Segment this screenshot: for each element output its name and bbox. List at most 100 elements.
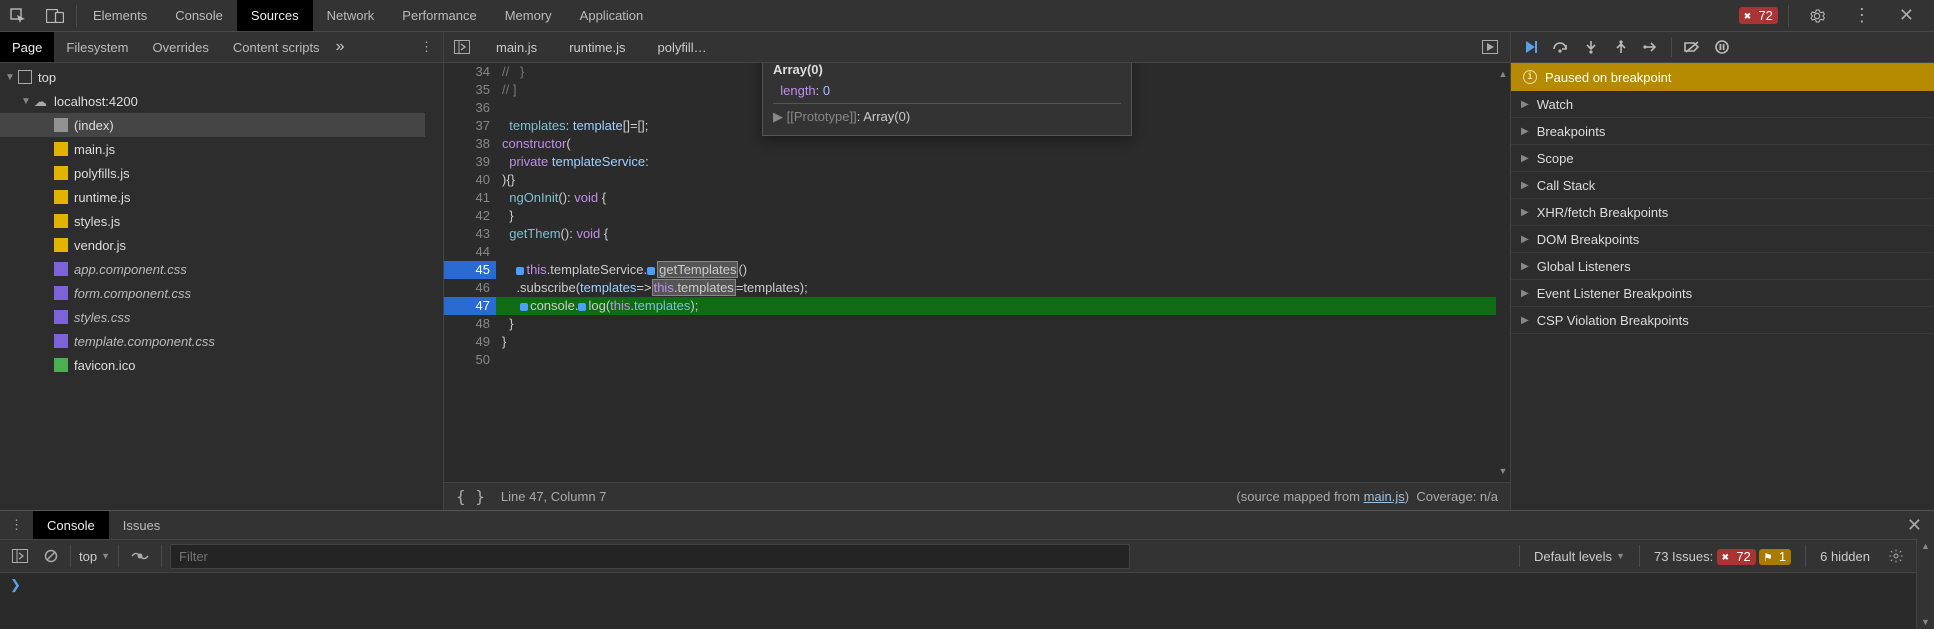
breakpoint-gutter[interactable] [444, 297, 462, 315]
step-into-icon[interactable] [1577, 35, 1605, 59]
navigator-tab-overrides[interactable]: Overrides [141, 32, 221, 62]
drawer-menu-icon[interactable]: ⋮ [0, 517, 33, 533]
pause-on-exceptions-icon[interactable] [1708, 35, 1736, 59]
code-line[interactable]: constructor( [496, 135, 1496, 153]
editor-tab[interactable]: runtime.js [553, 32, 641, 62]
tree-node[interactable]: form.component.css [0, 281, 425, 305]
breakpoint-gutter[interactable] [444, 261, 462, 279]
breakpoint-gutter[interactable] [444, 81, 462, 99]
debugger-section-breakpoints[interactable]: ▶Breakpoints [1511, 118, 1934, 145]
hidden-messages[interactable]: 6 hidden [1820, 549, 1870, 564]
navigator-tab-filesystem[interactable]: Filesystem [54, 32, 140, 62]
breakpoint-gutter[interactable] [444, 63, 462, 81]
editor-tab[interactable]: main.js [480, 32, 553, 62]
scroll-up-icon[interactable]: ▲ [1499, 65, 1508, 83]
error-count-badge[interactable]: ✖ 72 [1739, 7, 1778, 24]
line-number[interactable]: 41 [462, 189, 490, 207]
line-number[interactable]: 34 [462, 63, 490, 81]
expand-icon[interactable]: ▼ [4, 72, 16, 83]
navigator-tab-page[interactable]: Page [0, 32, 54, 62]
line-number[interactable]: 49 [462, 333, 490, 351]
code-editor[interactable]: 3435363738394041424344454647484950 Array… [444, 63, 1510, 482]
more-tabs-icon[interactable]: » [336, 38, 345, 56]
line-number[interactable]: 39 [462, 153, 490, 171]
more-menu-icon[interactable]: ⋮ [1843, 5, 1881, 26]
inspect-element-icon[interactable] [0, 0, 36, 31]
scroll-down-icon[interactable]: ▼ [1499, 462, 1508, 480]
tree-node[interactable]: ▼top [0, 65, 425, 89]
debugger-section-xhr-fetch-breakpoints[interactable]: ▶XHR/fetch Breakpoints [1511, 199, 1934, 226]
clear-console-icon[interactable] [40, 549, 62, 563]
value-hover-popup[interactable]: Array(0) length: 0 ▶ [[Prototype]]: Arra… [762, 63, 1132, 136]
console-sidebar-toggle-icon[interactable] [8, 549, 32, 563]
resume-script-icon[interactable] [1517, 35, 1545, 59]
line-number[interactable]: 45 [462, 261, 496, 279]
breakpoint-gutter[interactable] [444, 153, 462, 171]
line-number[interactable]: 36 [462, 99, 490, 117]
issues-summary[interactable]: 73 Issues: ✖ 72 ⚑ 1 [1654, 549, 1791, 564]
line-number[interactable]: 43 [462, 225, 490, 243]
breakpoint-gutter[interactable] [444, 243, 462, 261]
debugger-section-dom-breakpoints[interactable]: ▶DOM Breakpoints [1511, 226, 1934, 253]
line-number[interactable]: 44 [462, 243, 490, 261]
step-out-icon[interactable] [1607, 35, 1635, 59]
code-line[interactable]: } [496, 207, 1496, 225]
debugger-section-scope[interactable]: ▶Scope [1511, 145, 1934, 172]
code-line[interactable]: private templateService: [496, 153, 1496, 171]
code-line[interactable]: console.log(this.templates); [496, 297, 1496, 315]
tree-node[interactable]: ▼☁localhost:4200 [0, 89, 425, 113]
breakpoint-gutter[interactable] [444, 207, 462, 225]
debugger-section-call-stack[interactable]: ▶Call Stack [1511, 172, 1934, 199]
code-line[interactable]: } [496, 315, 1496, 333]
tree-node[interactable]: vendor.js [0, 233, 425, 257]
main-tab-network[interactable]: Network [313, 0, 389, 31]
tree-node[interactable]: styles.css [0, 305, 425, 329]
code-line[interactable] [496, 243, 1496, 261]
line-number[interactable]: 48 [462, 315, 490, 333]
breakpoint-gutter[interactable] [444, 117, 462, 135]
debugger-section-watch[interactable]: ▶Watch [1511, 91, 1934, 118]
drawer-tab-console[interactable]: Console [33, 511, 109, 539]
breakpoint-gutter[interactable] [444, 171, 462, 189]
breakpoint-gutter[interactable] [444, 279, 462, 297]
breakpoint-gutter[interactable] [444, 315, 462, 333]
line-number[interactable]: 47 [462, 297, 496, 315]
breakpoint-gutter[interactable] [444, 189, 462, 207]
main-tab-console[interactable]: Console [161, 0, 237, 31]
log-levels-selector[interactable]: Default levels ▼ [1534, 549, 1625, 564]
console-input[interactable]: ❯ [0, 573, 1916, 629]
breakpoint-gutter[interactable] [444, 351, 462, 369]
code-line[interactable]: ){} [496, 171, 1496, 189]
debugger-section-global-listeners[interactable]: ▶Global Listeners [1511, 253, 1934, 280]
line-number[interactable]: 37 [462, 117, 490, 135]
pretty-print-icon[interactable]: { } [456, 487, 485, 506]
line-number[interactable]: 42 [462, 207, 490, 225]
main-tab-application[interactable]: Application [566, 0, 658, 31]
main-tab-performance[interactable]: Performance [388, 0, 490, 31]
device-toolbar-icon[interactable] [36, 0, 74, 31]
deactivate-breakpoints-icon[interactable] [1678, 35, 1706, 59]
editor-tab[interactable]: polyfill… [642, 32, 723, 62]
breakpoint-gutter[interactable] [444, 135, 462, 153]
code-line[interactable]: ngOnInit(): void { [496, 189, 1496, 207]
step-over-icon[interactable] [1547, 35, 1575, 59]
execution-context-selector[interactable]: top▼ [79, 549, 110, 564]
line-number[interactable]: 40 [462, 171, 490, 189]
step-icon[interactable] [1637, 35, 1665, 59]
editor-nav-icon[interactable] [444, 40, 480, 54]
breakpoint-gutter[interactable] [444, 333, 462, 351]
main-tab-elements[interactable]: Elements [79, 0, 161, 31]
tree-node[interactable]: polyfills.js [0, 161, 425, 185]
navigator-tab-content-scripts[interactable]: Content scripts [221, 32, 332, 62]
settings-gear-icon[interactable] [1799, 8, 1835, 24]
live-expression-icon[interactable] [127, 550, 153, 562]
close-devtools-icon[interactable]: ✕ [1889, 5, 1924, 26]
run-snippet-icon[interactable] [1470, 40, 1510, 54]
code-line[interactable]: this.templateService.getTemplates() [496, 261, 1496, 279]
navigator-menu-icon[interactable]: ⋮ [410, 39, 443, 55]
breakpoint-gutter[interactable] [444, 99, 462, 117]
drawer-tab-issues[interactable]: Issues [109, 511, 175, 539]
line-number[interactable]: 35 [462, 81, 490, 99]
line-number[interactable]: 50 [462, 351, 490, 369]
tree-node[interactable]: template.component.css [0, 329, 425, 353]
